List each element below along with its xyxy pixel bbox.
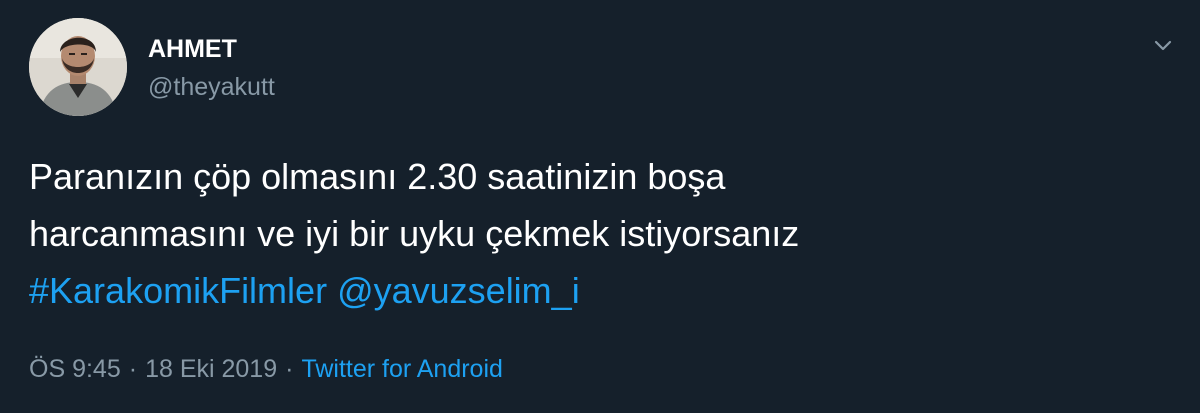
tweet-time[interactable]: ÖS 9:45 xyxy=(29,355,121,383)
avatar-image xyxy=(29,18,127,116)
meta-separator: · xyxy=(128,355,138,383)
hashtag-link[interactable]: #KarakomikFilmler xyxy=(29,270,327,311)
tweet-card: AHMET @theyakutt Paranızın çöp olmasını … xyxy=(0,0,1200,413)
tweet-text-line-2: harcanmasını ve iyi bir uyku çekmek isti… xyxy=(29,213,800,254)
chevron-down-icon[interactable] xyxy=(1150,32,1176,58)
tweet-text: Paranızın çöp olmasını 2.30 saatinizin b… xyxy=(29,148,1159,319)
display-name[interactable]: AHMET xyxy=(148,34,237,64)
mention-link[interactable]: @yavuzselim_i xyxy=(337,270,580,311)
tweet-meta: ÖS 9:45 · 18 Eki 2019 · Twitter for Android xyxy=(29,354,503,384)
avatar[interactable] xyxy=(29,18,127,116)
meta-separator: · xyxy=(285,355,294,383)
tweet-text-line-3: #KarakomikFilmler @yavuzselim_i xyxy=(29,262,1159,319)
tweet-text-line-1: Paranızın çöp olmasını 2.30 saatinizin b… xyxy=(29,156,726,197)
tweet-source-link[interactable]: Twitter for Android xyxy=(301,355,502,383)
tweet-date[interactable]: 18 Eki 2019 xyxy=(145,355,277,383)
user-handle[interactable]: @theyakutt xyxy=(148,72,275,102)
